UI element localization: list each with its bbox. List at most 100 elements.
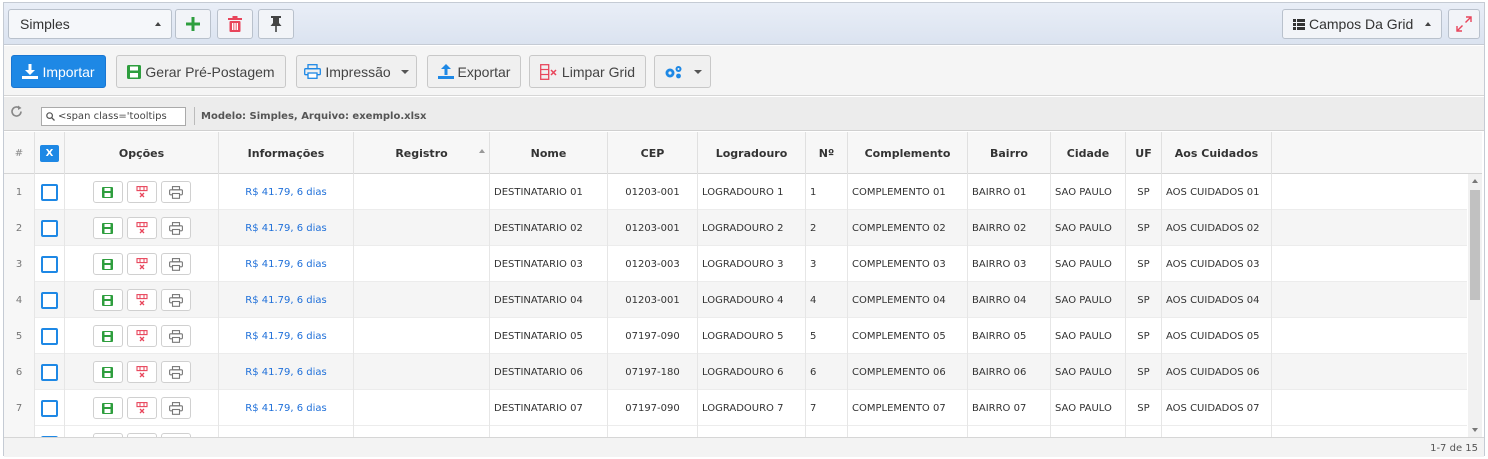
header-aos-cuidados[interactable]: Aos Cuidados [1162, 132, 1272, 174]
row-save-button[interactable] [92, 181, 123, 203]
delete-layout-button[interactable] [217, 9, 253, 39]
table-row[interactable]: 4 R$ 41.79, 6 dias DESTINATARIO 04 01203… [4, 282, 1467, 318]
header-registro-label: Registro [395, 146, 448, 160]
row-aos-cuidados: AOS CUIDADOS 04 [1162, 282, 1272, 318]
top-toolbar: Simples Campos Da Grid [4, 3, 1484, 45]
vertical-scrollbar[interactable] [1468, 174, 1482, 437]
table-row[interactable]: 6 R$ 41.79, 6 dias DESTINATARIO 06 07197… [4, 354, 1467, 390]
import-button[interactable]: Importar [11, 55, 106, 88]
header-opcoes[interactable]: Opções [65, 132, 219, 174]
row-logradouro: LOGRADOURO 7 [698, 390, 806, 426]
row-info-link[interactable]: R$ 41.79, 6 dias [219, 390, 354, 426]
save-icon [102, 186, 113, 198]
row-print-button[interactable] [160, 289, 191, 311]
delete-row-icon [135, 294, 148, 306]
header-bairro[interactable]: Bairro [968, 132, 1051, 174]
row-delete-button[interactable] [126, 397, 157, 419]
row-print-button[interactable] [160, 397, 191, 419]
header-registro[interactable]: Registro [354, 132, 490, 174]
table-row[interactable]: 7 R$ 41.79, 6 dias DESTINATARIO 07 07197… [4, 390, 1467, 426]
clear-grid-label: Limpar Grid [561, 63, 636, 80]
header-numero[interactable]: Nº [806, 132, 848, 174]
clear-grid-button[interactable]: Limpar Grid [529, 55, 646, 88]
row-print-button[interactable] [160, 253, 191, 275]
row-options [65, 426, 219, 437]
row-bairro: BAIRRO 06 [968, 354, 1051, 390]
row-delete-button[interactable] [126, 361, 157, 383]
table-row[interactable]: 5 R$ 41.79, 6 dias DESTINATARIO 05 07197… [4, 318, 1467, 354]
table-row[interactable]: 3 R$ 41.79, 6 dias DESTINATARIO 03 01203… [4, 246, 1467, 282]
row-checkbox[interactable] [41, 363, 58, 381]
row-delete-button[interactable] [126, 253, 157, 275]
grid-fields-button[interactable]: Campos Da Grid [1282, 9, 1442, 39]
row-checkbox[interactable] [41, 219, 58, 237]
row-info-link[interactable]: R$ 41.79, 6 dias [219, 354, 354, 390]
add-layout-button[interactable] [175, 9, 211, 39]
refresh-button[interactable] [10, 105, 23, 121]
row-info-link[interactable]: R$ 41.79, 6 dias [219, 282, 354, 318]
row-number: 6 [4, 354, 35, 390]
row-info-link[interactable]: R$ 41.79, 6 dias [219, 318, 354, 354]
row-save-button[interactable] [92, 217, 123, 239]
header-uf[interactable]: UF [1126, 132, 1162, 174]
header-informacoes[interactable]: Informações [219, 132, 354, 174]
row-info-link[interactable]: R$ 41.79, 6 dias [219, 246, 354, 282]
row-delete-button[interactable] [126, 181, 157, 203]
table-row[interactable]: 2 R$ 41.79, 6 dias DESTINATARIO 02 01203… [4, 210, 1467, 246]
row-save-button[interactable] [92, 289, 123, 311]
header-cep[interactable]: CEP [608, 132, 698, 174]
row-save-button[interactable] [92, 253, 123, 275]
row-checkbox[interactable] [41, 291, 58, 309]
row-registro [354, 282, 490, 318]
sort-asc-icon [479, 149, 485, 153]
row-aos-cuidados: AOS CUIDADOS 07 [1162, 390, 1272, 426]
layout-select[interactable]: Simples [8, 9, 172, 39]
row-save-button[interactable] [92, 397, 123, 419]
app-frame: Simples Campos Da Grid Importar Gerar Pr… [3, 2, 1485, 457]
row-checkbox[interactable] [41, 183, 58, 201]
row-bairro: BAIRRO 01 [968, 174, 1051, 210]
print-dropdown-button[interactable]: Impressão [296, 55, 417, 88]
row-delete-button[interactable] [126, 289, 157, 311]
scroll-up-icon[interactable] [1472, 179, 1478, 183]
scroll-down-icon[interactable] [1472, 428, 1478, 432]
save-icon [102, 366, 113, 378]
search-input[interactable]: <span class='tooltips [41, 107, 186, 126]
row-delete-button[interactable] [126, 217, 157, 239]
row-info-link[interactable] [219, 426, 354, 437]
row-print-button[interactable] [160, 325, 191, 347]
row-cidade: SAO PAULO [1051, 318, 1126, 354]
row-delete-button[interactable] [126, 325, 157, 347]
row-bairro: BAIRRO 07 [968, 390, 1051, 426]
table-row[interactable] [4, 426, 1467, 437]
row-print-button[interactable] [160, 361, 191, 383]
row-checkbox[interactable] [41, 399, 58, 417]
printer-icon [168, 257, 183, 271]
expand-button[interactable] [1448, 9, 1480, 39]
row-aos-cuidados: AOS CUIDADOS 01 [1162, 174, 1272, 210]
header-nome[interactable]: Nome [490, 132, 608, 174]
scrollbar-thumb[interactable] [1470, 190, 1480, 300]
header-cidade[interactable]: Cidade [1051, 132, 1126, 174]
list-icon [1293, 18, 1305, 30]
export-button[interactable]: Exportar [427, 55, 521, 88]
table-row[interactable]: 1 R$ 41.79, 6 dias DESTINATARIO 01 01203… [4, 174, 1467, 210]
header-logradouro[interactable]: Logradouro [698, 132, 806, 174]
row-save-button[interactable] [92, 325, 123, 347]
row-options [65, 282, 219, 318]
select-all-button[interactable]: X [40, 144, 59, 162]
row-info-link[interactable]: R$ 41.79, 6 dias [219, 210, 354, 246]
row-info-link[interactable]: R$ 41.79, 6 dias [219, 174, 354, 210]
row-cep: 01203-001 [608, 174, 698, 210]
row-print-button[interactable] [160, 217, 191, 239]
row-number: 2 [4, 210, 35, 246]
generate-prepost-button[interactable]: Gerar Pré-Postagem [116, 55, 286, 88]
pin-layout-button[interactable] [258, 9, 294, 39]
row-complemento: COMPLEMENTO 03 [848, 246, 968, 282]
settings-dropdown-button[interactable] [654, 55, 711, 88]
row-print-button[interactable] [160, 181, 191, 203]
row-checkbox[interactable] [41, 255, 58, 273]
row-checkbox[interactable] [41, 327, 58, 345]
header-complemento[interactable]: Complemento [848, 132, 968, 174]
row-save-button[interactable] [92, 361, 123, 383]
